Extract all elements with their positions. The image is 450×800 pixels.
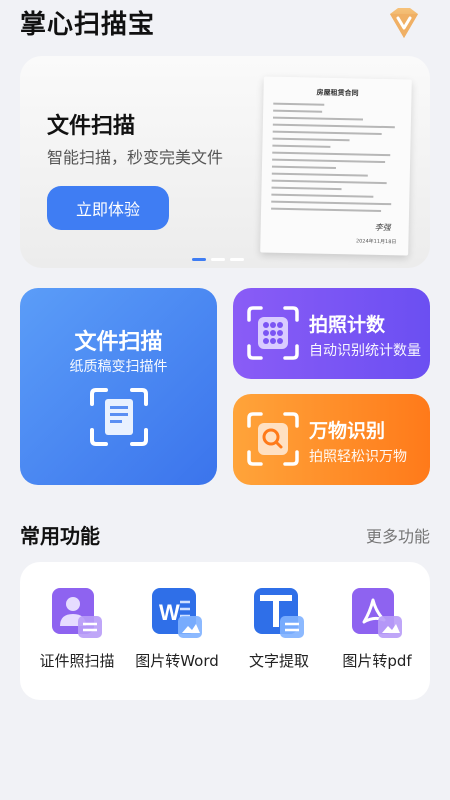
func-item-label: 证件照扫描 bbox=[39, 652, 115, 670]
common-functions-title: 常用功能 bbox=[20, 524, 100, 548]
id-photo-icon bbox=[48, 584, 106, 642]
pdf-icon bbox=[348, 584, 406, 642]
object-recognition-subtitle: 拍照轻松识万物 bbox=[309, 449, 407, 465]
func-item-label: 文字提取 bbox=[248, 652, 309, 670]
text-extract-icon bbox=[250, 584, 308, 642]
carousel-dot[interactable] bbox=[211, 258, 225, 261]
carousel-dot-active[interactable] bbox=[192, 258, 206, 261]
app-title: 掌心扫描宝 bbox=[20, 10, 156, 40]
document-scan-card[interactable]: 文件扫描 纸质稿变扫描件 bbox=[20, 288, 217, 485]
grid-count-icon bbox=[247, 306, 299, 360]
document-illustration: 房屋租赁合同 李强 2024年11月18日 bbox=[260, 76, 412, 256]
object-recognition-card[interactable]: 万物识别 拍照轻松识万物 bbox=[233, 394, 430, 485]
document-signature: 李强 bbox=[374, 222, 391, 233]
carousel-dot[interactable] bbox=[230, 258, 244, 261]
magnifier-scan-icon bbox=[247, 412, 299, 466]
word-icon: W bbox=[148, 584, 206, 642]
diamond-v-icon[interactable] bbox=[384, 6, 424, 42]
carousel-indicator bbox=[192, 258, 244, 261]
promo-banner[interactable]: 文件扫描 智能扫描，秒变完美文件 立即体验 房屋租赁合同 李强 2024年11月… bbox=[20, 56, 430, 268]
object-recognition-title: 万物识别 bbox=[309, 420, 386, 442]
document-date: 2024年11月18日 bbox=[355, 238, 397, 246]
svg-text:W: W bbox=[159, 600, 180, 625]
banner-title: 文件扫描 bbox=[47, 114, 136, 139]
func-item-image-to-word[interactable]: W 图片转Word bbox=[122, 584, 232, 684]
document-title: 房屋租赁合同 bbox=[316, 88, 359, 98]
more-functions-link[interactable]: 更多功能 bbox=[366, 523, 430, 547]
photo-count-subtitle: 自动识别统计数量 bbox=[309, 343, 421, 359]
banner-subtitle: 智能扫描，秒变完美文件 bbox=[47, 148, 224, 167]
app-screen: 掌心扫描宝 文件扫描 智能扫描，秒变完美文件 立即体验 房屋租赁合同 李强 20… bbox=[0, 0, 450, 800]
common-functions-panel: 证件照扫描 W 图片转Word 文字提取 图片转pdf bbox=[20, 562, 430, 700]
photo-count-card[interactable]: 拍照计数 自动识别统计数量 bbox=[233, 288, 430, 379]
document-scan-icon bbox=[88, 386, 150, 448]
func-item-text-extract[interactable]: 文字提取 bbox=[224, 584, 334, 684]
document-text-lines bbox=[271, 102, 401, 218]
func-item-label: 图片转pdf bbox=[342, 652, 412, 670]
try-now-button[interactable]: 立即体验 bbox=[47, 186, 169, 230]
photo-count-title: 拍照计数 bbox=[309, 314, 386, 336]
header: 掌心扫描宝 bbox=[0, 0, 450, 48]
func-item-label: 图片转Word bbox=[135, 652, 219, 670]
document-scan-subtitle: 纸质稿变扫描件 bbox=[69, 359, 168, 375]
document-scan-title: 文件扫描 bbox=[74, 330, 163, 355]
func-item-image-to-pdf[interactable]: 图片转pdf bbox=[322, 584, 432, 684]
func-item-id-photo-scan[interactable]: 证件照扫描 bbox=[22, 584, 132, 684]
